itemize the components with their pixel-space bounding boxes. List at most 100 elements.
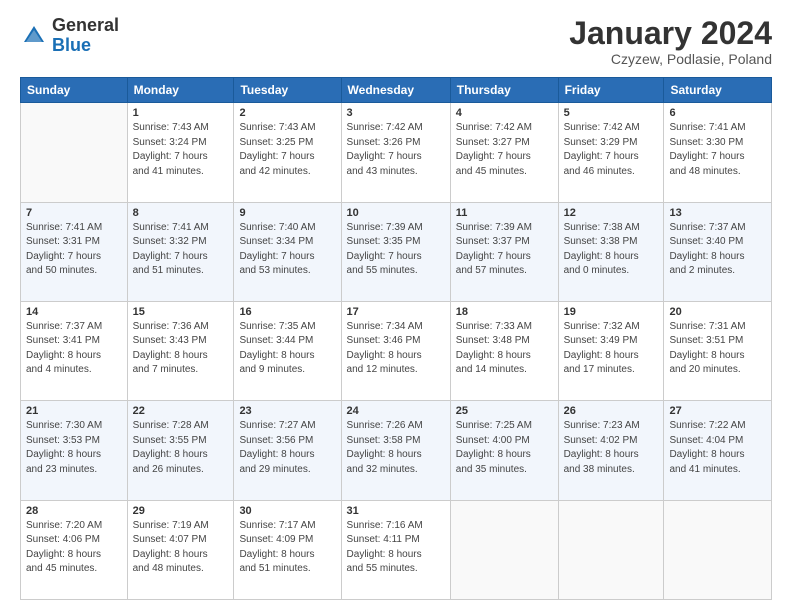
day-number: 12 (564, 207, 659, 219)
day-number: 17 (347, 306, 445, 318)
calendar-cell: 18 Sunrise: 7:33 AM Sunset: 3:48 PM Dayli… (450, 301, 558, 400)
header: General Blue January 2024 Czyzew, Podlas… (20, 16, 772, 67)
day-info: Sunrise: 7:40 AM Sunset: 3:34 PM Dayligh… (239, 221, 335, 279)
calendar-cell: 12 Sunrise: 7:38 AM Sunset: 3:38 PM Dayli… (558, 202, 664, 301)
calendar-cell (21, 103, 128, 202)
day-number: 31 (347, 505, 445, 517)
day-number: 24 (347, 405, 445, 417)
location-subtitle: Czyzew, Podlasie, Poland (569, 51, 772, 67)
day-number: 23 (239, 405, 335, 417)
th-friday: Friday (558, 78, 664, 103)
day-number: 1 (133, 107, 229, 119)
calendar-week-row: 1Sunrise: 7:43 AM Sunset: 3:24 PM Daylig… (21, 103, 772, 202)
day-number: 30 (239, 505, 335, 517)
day-info: Sunrise: 7:37 AM Sunset: 3:40 PM Dayligh… (669, 221, 766, 279)
calendar-cell: 22 Sunrise: 7:28 AM Sunset: 3:55 PM Dayli… (127, 401, 234, 500)
calendar-cell: 31Sunrise: 7:16 AM Sunset: 4:11 PM Dayli… (341, 500, 450, 599)
calendar-cell: 27Sunrise: 7:22 AM Sunset: 4:04 PM Dayli… (664, 401, 772, 500)
day-info: Sunrise: 7:41 AM Sunset: 3:30 PM Dayligh… (669, 121, 766, 179)
th-monday: Monday (127, 78, 234, 103)
day-number: 21 (26, 405, 122, 417)
calendar: Sunday Monday Tuesday Wednesday Thursday… (20, 77, 772, 600)
day-number: 20 (669, 306, 766, 318)
calendar-cell: 25Sunrise: 7:25 AM Sunset: 4:00 PM Dayli… (450, 401, 558, 500)
day-info: Sunrise: 7:19 AM Sunset: 4:07 PM Dayligh… (133, 519, 229, 577)
calendar-week-row: 7 Sunrise: 7:41 AM Sunset: 3:31 PM Daylig… (21, 202, 772, 301)
calendar-cell (664, 500, 772, 599)
day-info: Sunrise: 7:28 AM Sunset: 3:55 PM Dayligh… (133, 419, 229, 477)
calendar-cell: 16 Sunrise: 7:35 AM Sunset: 3:44 PM Dayli… (234, 301, 341, 400)
day-info: Sunrise: 7:20 AM Sunset: 4:06 PM Dayligh… (26, 519, 122, 577)
logo: General Blue (20, 16, 119, 56)
logo-general: General (52, 15, 119, 35)
calendar-cell: 7 Sunrise: 7:41 AM Sunset: 3:31 PM Daylig… (21, 202, 128, 301)
day-info: Sunrise: 7:35 AM Sunset: 3:44 PM Dayligh… (239, 320, 335, 378)
day-number: 25 (456, 405, 553, 417)
day-info: Sunrise: 7:39 AM Sunset: 3:35 PM Dayligh… (347, 221, 445, 279)
logo-blue: Blue (52, 35, 91, 55)
calendar-cell: 9Sunrise: 7:40 AM Sunset: 3:34 PM Daylig… (234, 202, 341, 301)
header-row: Sunday Monday Tuesday Wednesday Thursday… (21, 78, 772, 103)
day-info: Sunrise: 7:33 AM Sunset: 3:48 PM Dayligh… (456, 320, 553, 378)
calendar-cell: 14 Sunrise: 7:37 AM Sunset: 3:41 PM Dayli… (21, 301, 128, 400)
day-info: Sunrise: 7:17 AM Sunset: 4:09 PM Dayligh… (239, 519, 335, 577)
calendar-cell: 11 Sunrise: 7:39 AM Sunset: 3:37 PM Dayli… (450, 202, 558, 301)
calendar-week-row: 28 Sunrise: 7:20 AM Sunset: 4:06 PM Dayli… (21, 500, 772, 599)
calendar-cell: 21 Sunrise: 7:30 AM Sunset: 3:53 PM Dayli… (21, 401, 128, 500)
day-number: 14 (26, 306, 122, 318)
th-tuesday: Tuesday (234, 78, 341, 103)
day-number: 27 (669, 405, 766, 417)
calendar-cell: 8 Sunrise: 7:41 AM Sunset: 3:32 PM Daylig… (127, 202, 234, 301)
day-info: Sunrise: 7:41 AM Sunset: 3:32 PM Dayligh… (133, 221, 229, 279)
calendar-cell: 3Sunrise: 7:42 AM Sunset: 3:26 PM Daylig… (341, 103, 450, 202)
day-number: 22 (133, 405, 229, 417)
calendar-cell: 20 Sunrise: 7:31 AM Sunset: 3:51 PM Dayli… (664, 301, 772, 400)
day-number: 4 (456, 107, 553, 119)
calendar-cell (558, 500, 664, 599)
day-info: Sunrise: 7:38 AM Sunset: 3:38 PM Dayligh… (564, 221, 659, 279)
day-info: Sunrise: 7:26 AM Sunset: 3:58 PM Dayligh… (347, 419, 445, 477)
day-info: Sunrise: 7:39 AM Sunset: 3:37 PM Dayligh… (456, 221, 553, 279)
month-title: January 2024 (569, 16, 772, 51)
day-number: 8 (133, 207, 229, 219)
day-info: Sunrise: 7:42 AM Sunset: 3:27 PM Dayligh… (456, 121, 553, 179)
day-number: 18 (456, 306, 553, 318)
calendar-cell: 10Sunrise: 7:39 AM Sunset: 3:35 PM Dayli… (341, 202, 450, 301)
day-number: 6 (669, 107, 766, 119)
calendar-cell: 13 Sunrise: 7:37 AM Sunset: 3:40 PM Dayli… (664, 202, 772, 301)
title-block: January 2024 Czyzew, Podlasie, Poland (569, 16, 772, 67)
calendar-cell: 29 Sunrise: 7:19 AM Sunset: 4:07 PM Dayli… (127, 500, 234, 599)
day-number: 5 (564, 107, 659, 119)
day-number: 28 (26, 505, 122, 517)
logo-icon (20, 22, 48, 50)
day-number: 7 (26, 207, 122, 219)
day-info: Sunrise: 7:34 AM Sunset: 3:46 PM Dayligh… (347, 320, 445, 378)
calendar-cell: 23Sunrise: 7:27 AM Sunset: 3:56 PM Dayli… (234, 401, 341, 500)
calendar-cell: 28 Sunrise: 7:20 AM Sunset: 4:06 PM Dayli… (21, 500, 128, 599)
day-info: Sunrise: 7:31 AM Sunset: 3:51 PM Dayligh… (669, 320, 766, 378)
day-number: 13 (669, 207, 766, 219)
calendar-cell (450, 500, 558, 599)
day-info: Sunrise: 7:42 AM Sunset: 3:29 PM Dayligh… (564, 121, 659, 179)
calendar-cell: 5 Sunrise: 7:42 AM Sunset: 3:29 PM Daylig… (558, 103, 664, 202)
th-saturday: Saturday (664, 78, 772, 103)
day-info: Sunrise: 7:37 AM Sunset: 3:41 PM Dayligh… (26, 320, 122, 378)
calendar-cell: 6 Sunrise: 7:41 AM Sunset: 3:30 PM Daylig… (664, 103, 772, 202)
day-number: 16 (239, 306, 335, 318)
th-thursday: Thursday (450, 78, 558, 103)
calendar-cell: 26Sunrise: 7:23 AM Sunset: 4:02 PM Dayli… (558, 401, 664, 500)
day-number: 11 (456, 207, 553, 219)
calendar-cell: 24 Sunrise: 7:26 AM Sunset: 3:58 PM Dayli… (341, 401, 450, 500)
day-number: 3 (347, 107, 445, 119)
calendar-cell: 17 Sunrise: 7:34 AM Sunset: 3:46 PM Dayli… (341, 301, 450, 400)
logo-text: General Blue (52, 16, 119, 56)
calendar-cell: 2Sunrise: 7:43 AM Sunset: 3:25 PM Daylig… (234, 103, 341, 202)
th-sunday: Sunday (21, 78, 128, 103)
day-info: Sunrise: 7:41 AM Sunset: 3:31 PM Dayligh… (26, 221, 122, 279)
day-info: Sunrise: 7:30 AM Sunset: 3:53 PM Dayligh… (26, 419, 122, 477)
calendar-cell: 15Sunrise: 7:36 AM Sunset: 3:43 PM Dayli… (127, 301, 234, 400)
day-info: Sunrise: 7:36 AM Sunset: 3:43 PM Dayligh… (133, 320, 229, 378)
day-number: 29 (133, 505, 229, 517)
day-number: 19 (564, 306, 659, 318)
calendar-cell: 19Sunrise: 7:32 AM Sunset: 3:49 PM Dayli… (558, 301, 664, 400)
